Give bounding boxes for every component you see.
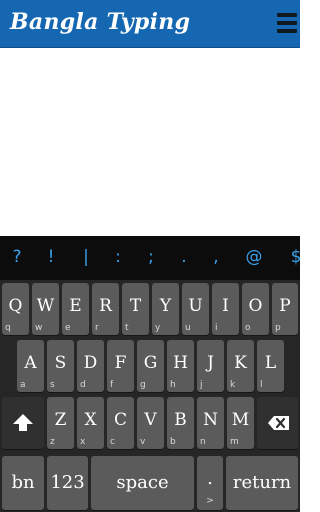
key-c[interactable]: C c: [107, 397, 134, 449]
key-n[interactable]: N n: [197, 397, 224, 449]
app-title: Bangla Typing: [10, 9, 191, 35]
key-s[interactable]: S s: [47, 340, 74, 392]
symbol-key-colon[interactable]: :: [106, 247, 130, 267]
symbol-key-semicolon[interactable]: ;: [139, 247, 163, 267]
key-j[interactable]: J j: [197, 340, 224, 392]
key-f[interactable]: F f: [107, 340, 134, 392]
key-h[interactable]: H h: [167, 340, 194, 392]
key-y[interactable]: Y y: [152, 283, 179, 335]
key-m[interactable]: M m: [227, 397, 254, 449]
symbol-key-comma[interactable]: ,: [204, 247, 228, 267]
symbol-key-question[interactable]: ?: [5, 247, 29, 267]
text-input-area[interactable]: [0, 48, 300, 236]
symbol-key-at[interactable]: @: [242, 247, 266, 267]
keyboard: ? ! | : ; . , @ $ Q q W w E e R r T t Y …: [0, 236, 301, 512]
key-e[interactable]: E e: [62, 283, 89, 335]
backspace-icon: [268, 416, 289, 430]
symbol-row: ? ! | : ; . , @ $: [0, 236, 301, 280]
menu-bar: [277, 21, 297, 25]
period-key[interactable]: . >: [197, 456, 223, 510]
key-t[interactable]: T t: [122, 283, 149, 335]
menu-icon[interactable]: [277, 11, 297, 35]
shift-key[interactable]: [2, 397, 44, 449]
key-g[interactable]: G g: [137, 340, 164, 392]
symbol-key-period[interactable]: .: [172, 247, 196, 267]
key-o[interactable]: O o: [242, 283, 269, 335]
shift-arrow-icon: [13, 414, 33, 431]
menu-bar: [277, 13, 297, 17]
key-b[interactable]: B b: [167, 397, 194, 449]
menu-bar: [277, 29, 297, 33]
key-r[interactable]: R r: [92, 283, 119, 335]
key-a[interactable]: A a: [17, 340, 44, 392]
symbol-key-exclamation[interactable]: !: [39, 247, 63, 267]
key-k[interactable]: K k: [227, 340, 254, 392]
backspace-key[interactable]: [257, 397, 298, 449]
key-u[interactable]: U u: [182, 283, 209, 335]
key-w[interactable]: W w: [32, 283, 59, 335]
app-bar: Bangla Typing: [0, 0, 300, 48]
key-p[interactable]: P p: [272, 283, 298, 335]
key-z[interactable]: Z z: [47, 397, 74, 449]
key-l[interactable]: L l: [257, 340, 284, 392]
language-key[interactable]: bn: [2, 456, 44, 510]
key-x[interactable]: X x: [77, 397, 104, 449]
key-q[interactable]: Q q: [2, 283, 29, 335]
symbol-key-pipe[interactable]: |: [74, 247, 98, 267]
return-key[interactable]: return: [226, 456, 298, 510]
key-v[interactable]: V v: [137, 397, 164, 449]
symbol-key-dollar[interactable]: $: [284, 247, 308, 267]
key-i[interactable]: I i: [212, 283, 239, 335]
space-key[interactable]: space: [91, 456, 194, 510]
numbers-key[interactable]: 123: [47, 456, 88, 510]
key-d[interactable]: D d: [77, 340, 104, 392]
